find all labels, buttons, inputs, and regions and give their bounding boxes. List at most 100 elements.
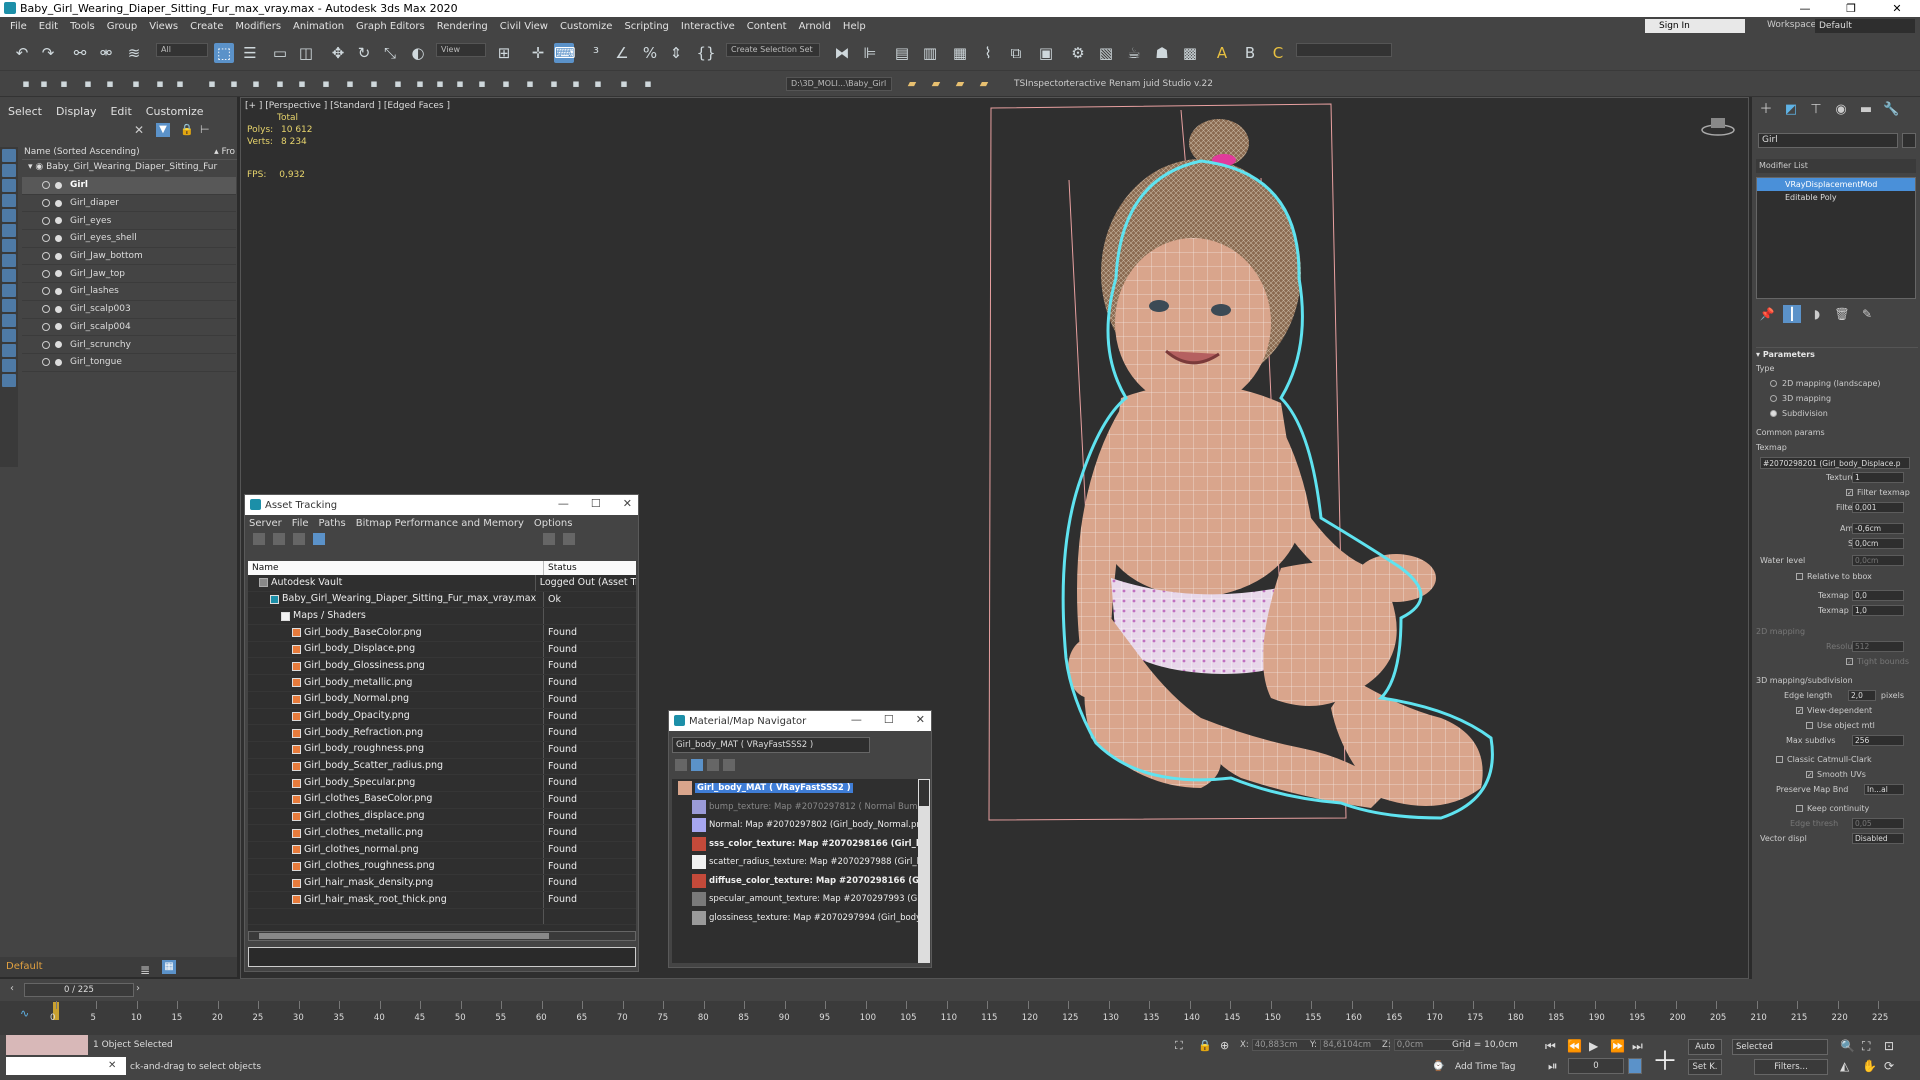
radio-subdivision-dot[interactable] bbox=[1770, 410, 1777, 417]
parameters-rollout[interactable]: ▾ Parameters bbox=[1756, 347, 1918, 361]
freeform-icon[interactable]: ▪ bbox=[18, 76, 34, 92]
tight-bounds-checkbox[interactable]: ✓ bbox=[1846, 658, 1853, 666]
refresh-icon[interactable] bbox=[563, 533, 575, 545]
redo-icon[interactable]: ↷ bbox=[38, 43, 58, 63]
vray-light-icon[interactable]: ▪ bbox=[522, 76, 538, 92]
asset-row[interactable]: Girl_body_metallic.png Found bbox=[248, 675, 636, 692]
menu-content[interactable]: Content bbox=[747, 21, 787, 32]
max-subdivs-spinner[interactable]: 256 bbox=[1852, 735, 1904, 746]
viewport-label[interactable]: [+ ] [Perspective ] [Standard ] [Edged F… bbox=[245, 101, 450, 111]
maximize-button[interactable]: ❐ bbox=[1828, 0, 1874, 17]
matnav-minimize-button[interactable]: — bbox=[851, 713, 862, 726]
key-filter-dropdown[interactable]: Selected bbox=[1732, 1039, 1828, 1055]
display-spacewarps-icon[interactable] bbox=[2, 224, 16, 237]
scene-item[interactable]: Girl_scalp004 bbox=[22, 319, 236, 337]
resolution-spinner[interactable]: 512 bbox=[1852, 641, 1904, 652]
water-level-spinner[interactable]: 0,0cm bbox=[1852, 554, 1904, 566]
box-icon[interactable]: ▪ bbox=[204, 76, 220, 92]
extra-dropdown[interactable] bbox=[1296, 43, 1392, 57]
visibility-eye-icon[interactable] bbox=[42, 322, 50, 331]
paint-select-icon[interactable]: ▪ bbox=[172, 76, 188, 92]
display-bones-icon[interactable] bbox=[2, 269, 16, 282]
radio-3d-mapping-dot[interactable] bbox=[1770, 395, 1777, 402]
asset-row[interactable]: Girl_body_Opacity.png Found bbox=[248, 708, 636, 726]
asset-row[interactable]: Girl_clothes_metallic.png Found bbox=[248, 825, 636, 842]
layer-stack-icon[interactable]: ≣ bbox=[140, 960, 150, 980]
modify-tab-icon[interactable]: ◩ bbox=[1783, 102, 1799, 118]
menu-interactive[interactable]: Interactive bbox=[681, 21, 735, 32]
set-key-button[interactable]: Set K. bbox=[1688, 1059, 1722, 1075]
field-of-view-icon[interactable]: ◭ bbox=[1840, 1059, 1849, 1073]
renamer-label[interactable]: teractive Renam juid Studio v.22 bbox=[1066, 79, 1213, 89]
menu-server[interactable]: Server bbox=[249, 518, 282, 529]
link-icon[interactable]: ⚯ bbox=[70, 43, 90, 63]
project-path-dropdown[interactable]: D:\3D_MOLI...\Baby_Girl bbox=[786, 77, 892, 91]
layer-explorer-toggle-icon[interactable]: ▦ bbox=[162, 960, 176, 974]
matnav-maximize-button[interactable]: ☐ bbox=[884, 713, 894, 726]
go-to-end-icon[interactable]: ⏭ bbox=[1632, 1039, 1643, 1054]
asset-row[interactable]: Girl_clothes_BaseColor.png Found bbox=[248, 791, 636, 809]
select-by-name-icon[interactable]: ☰ bbox=[240, 43, 260, 63]
prev-frame-icon[interactable]: ‹ bbox=[10, 983, 14, 994]
tab-edit[interactable]: Edit bbox=[110, 105, 131, 118]
menu-file[interactable]: File bbox=[10, 21, 27, 32]
object-name-field[interactable]: Girl bbox=[1758, 133, 1898, 148]
checkout-icon[interactable] bbox=[273, 533, 285, 545]
set-key-plus-icon[interactable]: ＋ bbox=[1652, 1041, 1678, 1078]
asset-row[interactable]: Girl_hair_mask_root_thick.png Found bbox=[248, 892, 636, 909]
torus-icon[interactable]: ▪ bbox=[272, 76, 288, 92]
relative-bbox-checkbox[interactable] bbox=[1796, 573, 1803, 580]
scene-explorer-icon[interactable]: ▥ bbox=[920, 43, 940, 63]
checkin-icon[interactable] bbox=[293, 533, 305, 545]
vray-sun-icon[interactable]: ▪ bbox=[546, 76, 562, 92]
visibility-eye-icon[interactable] bbox=[42, 340, 50, 349]
visibility-eye-icon[interactable] bbox=[42, 287, 50, 296]
scene-column-header[interactable]: Name (Sorted Ascending) ▴ Fro bbox=[22, 147, 237, 160]
menu-arnold[interactable]: Arnold bbox=[799, 21, 831, 32]
menu-edit[interactable]: Edit bbox=[39, 21, 58, 32]
stack-item-vray-displacement[interactable]: VRayDisplacementMod bbox=[1757, 178, 1915, 191]
asset-tracking-titlebar[interactable]: Asset Tracking — ☐ ✕ bbox=[245, 495, 638, 515]
texmap-button[interactable]: #2070298201 (Girl_body_Displace.p bbox=[1760, 456, 1910, 469]
render-grid-icon[interactable]: ▩ bbox=[1180, 43, 1200, 63]
view-dependent-checkbox[interactable]: ✓ bbox=[1796, 707, 1803, 715]
current-frame-field[interactable]: 0 bbox=[1568, 1058, 1624, 1074]
key-mode-icon[interactable]: ⏯ bbox=[1548, 1059, 1558, 1074]
motion-tab-icon[interactable]: ◉ bbox=[1833, 102, 1849, 118]
ribbon-icon[interactable]: ▦ bbox=[950, 43, 970, 63]
use-object-mtl-checkbox[interactable] bbox=[1806, 722, 1813, 729]
group-icon[interactable]: ▪ bbox=[128, 76, 144, 92]
menu-scripting[interactable]: Scripting bbox=[624, 21, 668, 32]
orbit-icon[interactable]: ⟳ bbox=[1884, 1059, 1894, 1073]
view-list-icon[interactable] bbox=[675, 759, 687, 771]
menu-modifiers[interactable]: Modifiers bbox=[235, 21, 281, 32]
clear-filter-icon[interactable]: ✕ bbox=[134, 123, 144, 137]
open-project-icon[interactable]: ▰ bbox=[952, 76, 968, 92]
vector-displ-dropdown[interactable]: Disabled bbox=[1852, 833, 1904, 844]
view-list-icons-icon[interactable] bbox=[691, 759, 703, 771]
vault-login-icon[interactable] bbox=[253, 533, 265, 545]
menu-group[interactable]: Group bbox=[107, 21, 137, 32]
view-large-icons-icon[interactable] bbox=[723, 759, 735, 771]
classic-catmull-checkbox[interactable] bbox=[1776, 756, 1783, 763]
keep-continuity-checkbox[interactable] bbox=[1796, 805, 1803, 812]
visibility-eye-icon[interactable] bbox=[42, 358, 50, 367]
scene-item[interactable]: Girl_scalp003 bbox=[22, 301, 236, 319]
display-helpers-icon[interactable] bbox=[2, 209, 16, 222]
material-navigator-titlebar[interactable]: Material/Map Navigator — ☐ ✕ bbox=[669, 711, 931, 731]
absolute-mode-icon[interactable]: ⊕ bbox=[1220, 1039, 1229, 1052]
map-node[interactable]: glossiness_texture: Map #2070297994 (Gir… bbox=[672, 909, 918, 928]
create-tab-icon[interactable]: ＋ bbox=[1758, 102, 1774, 118]
display-tab-icon[interactable]: ▬ bbox=[1858, 102, 1874, 118]
sign-in-dropdown[interactable]: Sign In bbox=[1645, 19, 1745, 33]
render-icon[interactable]: ☕ bbox=[1124, 43, 1144, 63]
asset-row[interactable]: Autodesk Vault Logged Out (Asset Tr bbox=[248, 575, 636, 592]
visibility-eye-icon[interactable] bbox=[42, 181, 50, 190]
selection-lock-icon[interactable]: 🔒 bbox=[1198, 1039, 1212, 1052]
shift-spinner[interactable]: 0,0cm bbox=[1852, 538, 1904, 549]
curve-editor-mini-icon[interactable]: ∿ bbox=[20, 1007, 29, 1020]
display-hidden-icon[interactable] bbox=[2, 314, 16, 327]
align-view-icon[interactable]: ▪ bbox=[56, 76, 72, 92]
vray-fur-icon[interactable]: ▪ bbox=[590, 76, 606, 92]
nurbs-icon[interactable]: ▪ bbox=[412, 76, 428, 92]
